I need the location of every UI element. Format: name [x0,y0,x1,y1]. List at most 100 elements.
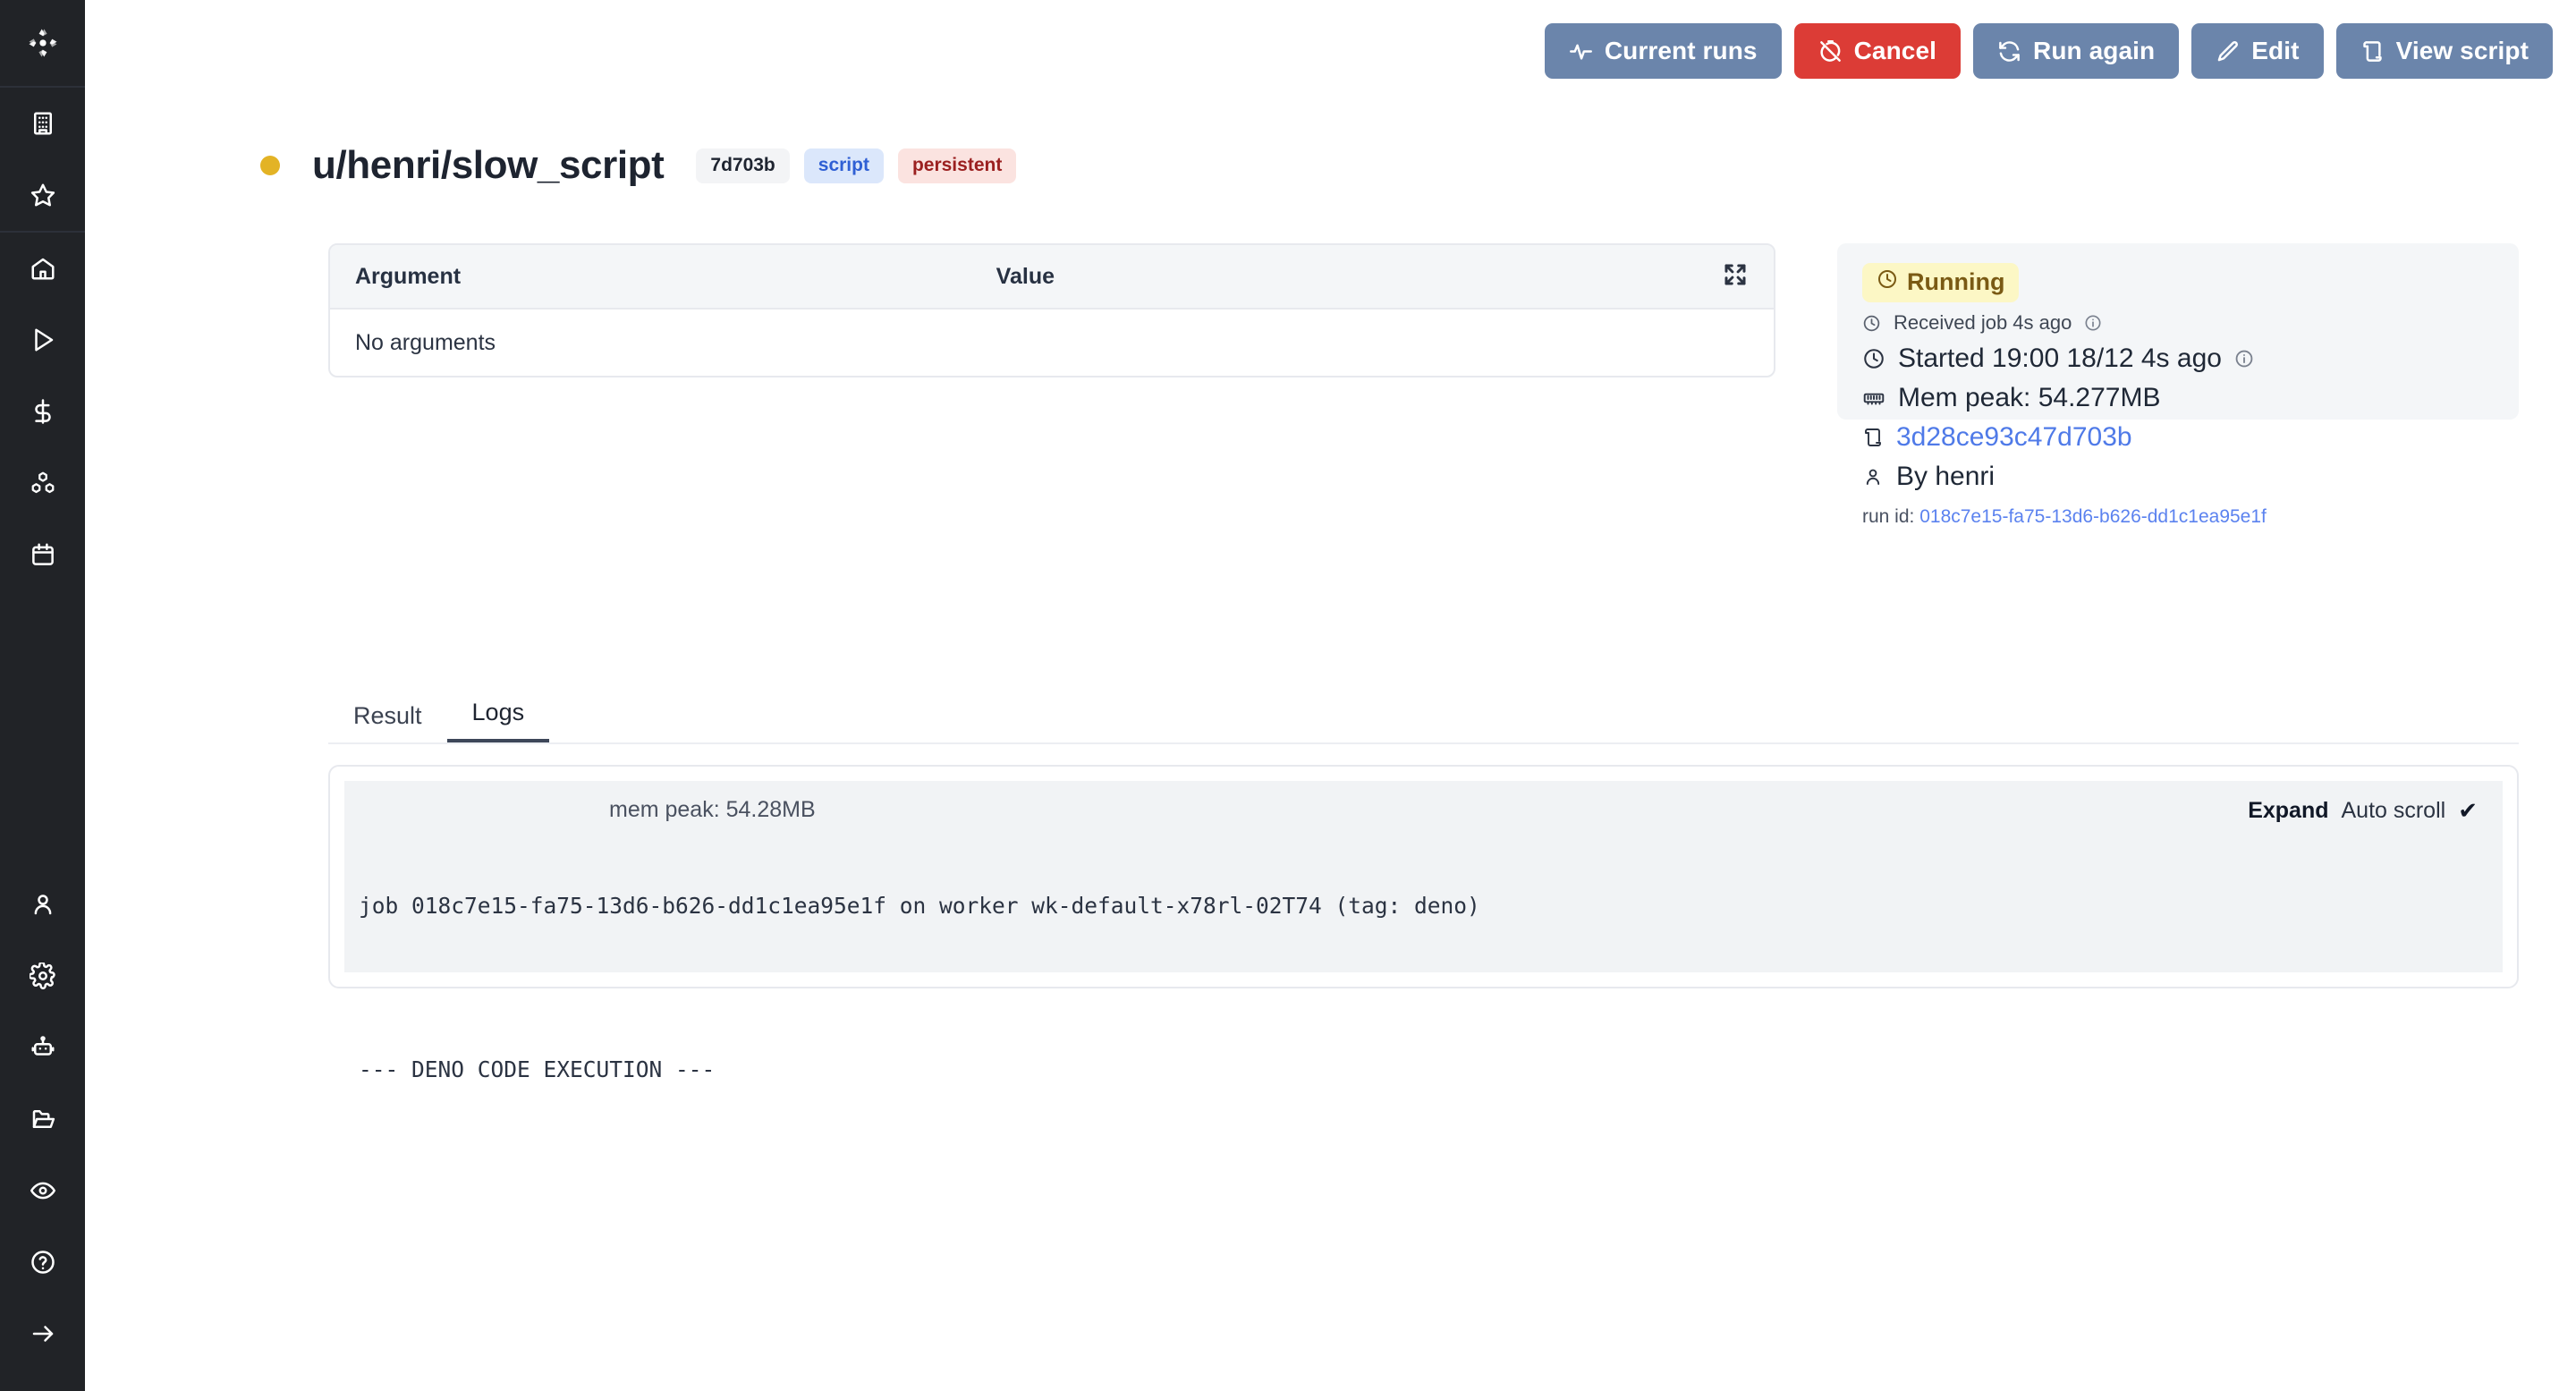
sidebar-item-schedules[interactable] [0,519,85,590]
page-header: u/henri/slow_script 7d703b script persis… [260,143,1016,188]
sidebar-group-main [0,233,85,590]
eye-icon [30,1177,56,1204]
sidebar-item-workers[interactable] [0,869,85,940]
status-badge-label: Running [1907,268,2004,296]
status-badge: Running [1862,263,2019,302]
pencil-icon [2216,39,2240,64]
status-dot [260,156,280,175]
activity-icon [1569,39,1593,64]
user-icon [1862,466,1884,488]
refresh-icon [1997,39,2021,64]
edit-label: Edit [2251,37,2299,65]
edit-button[interactable]: Edit [2191,23,2323,79]
sidebar-item-settings[interactable] [0,940,85,1012]
user-icon [30,891,56,918]
persistent-badge: persistent [898,148,1016,183]
sidebar-item-audit-logs[interactable] [0,1155,85,1226]
auto-scroll-label[interactable]: Auto scroll [2341,798,2445,824]
main-content: Current runs Cancel [85,0,2576,1391]
started-text: Started 19:00 18/12 4s ago [1898,344,2222,374]
cancel-label: Cancel [1854,37,1936,65]
expand-logs-button[interactable]: Expand [2248,798,2328,824]
view-script-label: View script [2396,37,2529,65]
sidebar-group-bottom [0,1226,85,1370]
run-id-link[interactable]: 018c7e15-fa75-13d6-b626-dd1c1ea95e1f [1919,506,2267,527]
log-blank-line [359,976,2488,999]
clock-icon [1877,268,1898,296]
run-id-row: run id: 018c7e15-fa75-13d6-b626-dd1c1ea9… [1862,506,2494,528]
script-kind-badge: script [804,148,884,183]
dollar-icon [30,398,56,425]
help-circle-icon [30,1249,56,1276]
clock-icon [1862,347,1885,370]
logs-header: mem peak: 54.28MB Expand Auto scroll ✔ [359,797,2488,825]
app-root: Current runs Cancel [0,0,2576,1391]
column-header-argument: Argument [355,264,996,290]
view-script-button[interactable]: View script [2336,23,2553,79]
sidebar-item-workspace[interactable] [0,88,85,159]
job-status-panel: Running Received job 4s ago [1837,243,2519,420]
received-job-row: Received job 4s ago [1862,311,2494,335]
sidebar-group-workspace [0,88,85,233]
play-icon [30,327,56,353]
timer-off-icon [1818,39,1843,64]
tab-logs[interactable]: Logs [447,699,550,742]
run-again-button[interactable]: Run again [1973,23,2179,79]
sidebar-item-favorites[interactable] [0,159,85,231]
started-row: Started 19:00 18/12 4s ago [1862,344,2494,374]
logs-card: mem peak: 54.28MB Expand Auto scroll ✔ j… [328,765,2519,988]
run-again-label: Run again [2033,37,2155,65]
script-hash-link[interactable]: 3d28ce93c47d703b [1896,422,2132,453]
robot-icon [30,1034,56,1061]
tab-result[interactable]: Result [328,702,447,742]
mem-peak-row: Mem peak: 54.277MB [1862,383,2494,413]
info-icon[interactable] [2084,314,2102,332]
sidebar-item-agents[interactable] [0,1012,85,1083]
arguments-table-header: Argument Value [330,245,1774,310]
clock-icon [1862,314,1881,333]
arguments-table-body: No arguments [330,310,1774,376]
header-badges: 7d703b script persistent [696,148,1016,183]
current-runs-button[interactable]: Current runs [1545,23,1782,79]
cancel-button[interactable]: Cancel [1794,23,1961,79]
current-runs-label: Current runs [1605,37,1758,65]
script-hash-badge[interactable]: 7d703b [696,148,789,183]
sidebar-item-expand[interactable] [0,1298,85,1370]
star-icon [30,182,56,208]
log-line: --- DENO CODE EXECUTION --- [359,1056,2488,1083]
home-icon [30,255,56,282]
sidebar-item-help[interactable] [0,1226,85,1298]
boxes-icon [30,470,56,496]
memory-icon [1862,386,1885,410]
logs-controls: Expand Auto scroll ✔ [2248,797,2488,825]
column-header-value: Value [996,264,1722,290]
mem-peak-text: Mem peak: 54.277MB [1898,383,2160,413]
scroll-icon [1862,427,1884,448]
sidebar-item-billing[interactable] [0,376,85,447]
script-hash-row: 3d28ce93c47d703b [1862,422,2494,453]
maximize-button[interactable] [1722,261,1749,293]
building-icon [30,110,56,137]
run-id-label: run id: [1862,506,1914,527]
sidebar-item-folders[interactable] [0,1083,85,1155]
arrow-right-icon [30,1320,56,1347]
auto-scroll-checkbox[interactable]: ✔ [2458,797,2478,825]
sidebar-item-runs[interactable] [0,304,85,376]
log-line: job 018c7e15-fa75-13d6-b626-dd1c1ea95e1f… [359,892,2488,920]
calendar-icon [30,541,56,568]
author-text: By henri [1896,462,1995,492]
windmill-logo-icon[interactable] [0,0,85,88]
received-job-text: Received job 4s ago [1894,311,2072,335]
maximize-icon [1722,261,1749,293]
sidebar-item-home[interactable] [0,233,85,304]
author-row: By henri [1862,462,2494,492]
scroll-icon [2360,39,2385,64]
gear-icon [30,963,56,989]
result-logs-tabs: Result Logs [328,689,2519,744]
arguments-card: Argument Value No arguments [328,243,1775,377]
info-icon[interactable] [2234,349,2254,369]
page-title: u/henri/slow_script [312,143,664,188]
sidebar-item-resources[interactable] [0,447,85,519]
left-sidebar [0,0,85,1391]
logs-viewer[interactable]: mem peak: 54.28MB Expand Auto scroll ✔ j… [344,781,2503,972]
